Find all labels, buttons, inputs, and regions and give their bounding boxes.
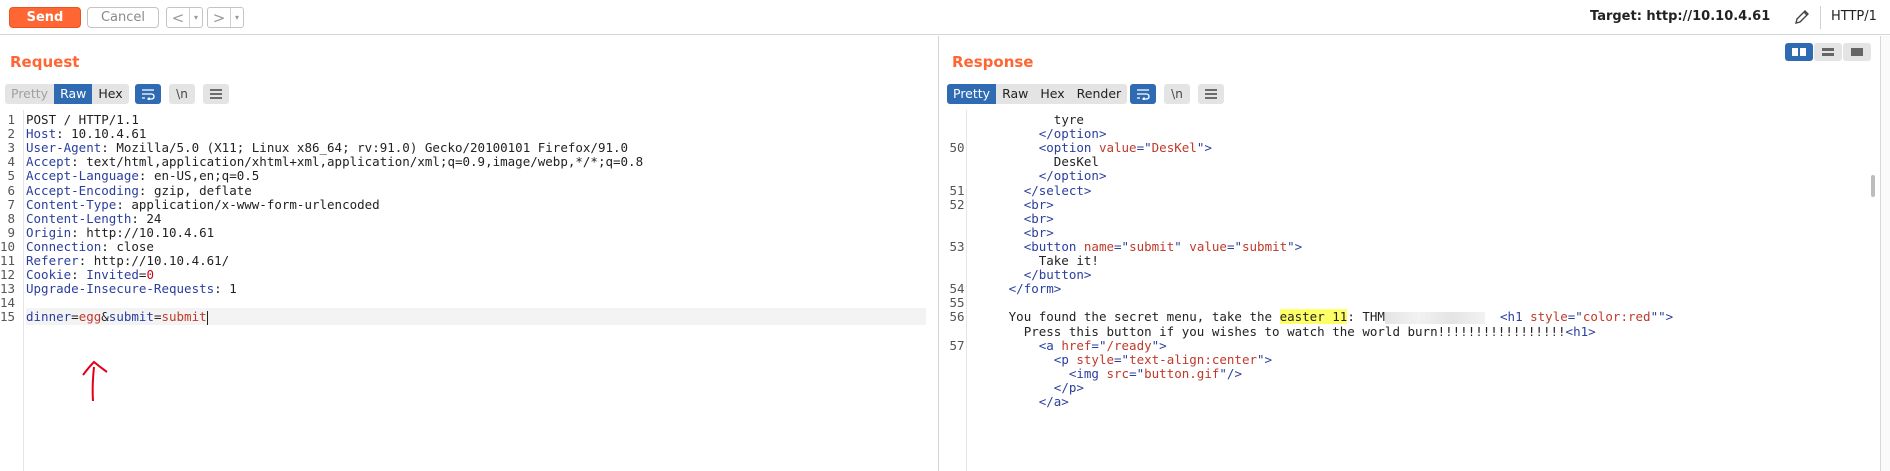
chevron-down-icon[interactable]: ▾ — [189, 8, 202, 27]
code-token: </a> — [1038, 394, 1069, 409]
response-view-tabs: Pretty Raw Hex Render — [947, 84, 1128, 104]
wrap-lines-icon[interactable] — [1130, 84, 1156, 104]
right-edge-panel — [1880, 36, 1890, 471]
code-token: submit — [108, 309, 154, 325]
response-editor[interactable]: tyre </option> 50 <option value="DesKel">… — [939, 110, 1869, 471]
tab-render[interactable]: Render — [1070, 84, 1128, 104]
tab-hex[interactable]: Hex — [92, 84, 129, 104]
code-token: egg — [78, 309, 102, 325]
request-editor[interactable]: 1 POST / HTTP/1.1 2 Host: 10.10.4.61 3 User-A… — [0, 110, 938, 471]
top-toolbar: Send Cancel < ▾ > ▾ Target: http://10.10… — [0, 0, 1890, 35]
code-line[interactable]: </a> — [971, 393, 1861, 410]
response-title: Response — [952, 53, 1034, 71]
code-token: submit — [161, 309, 207, 325]
toolbar-divider — [1820, 6, 1821, 29]
history-forward-button[interactable]: > ▾ — [207, 7, 244, 28]
chevron-left-icon: < — [171, 8, 185, 27]
layout-side-by-side-icon[interactable] — [1785, 43, 1813, 61]
code-token: & — [101, 309, 109, 325]
hamburger-menu-icon[interactable] — [203, 84, 229, 104]
tab-pretty[interactable]: Pretty — [5, 84, 55, 104]
code-line[interactable]: dinner=egg&submit=submit — [26, 308, 926, 326]
request-title: Request — [10, 53, 80, 71]
newline-toggle-button[interactable]: \n — [1164, 84, 1190, 104]
target-label: Target: http://10.10.4.61 — [1590, 9, 1771, 24]
chevron-down-icon[interactable]: ▾ — [230, 8, 243, 27]
tab-pretty[interactable]: Pretty — [947, 84, 997, 104]
annotation-arrow-icon — [82, 360, 108, 402]
hamburger-menu-icon[interactable] — [1198, 84, 1224, 104]
tab-hex[interactable]: Hex — [1034, 84, 1071, 104]
layout-stacked-icon[interactable] — [1814, 43, 1842, 61]
line-number: 15 — [0, 309, 16, 325]
send-button[interactable]: Send — [9, 7, 81, 28]
http-version-label[interactable]: HTTP/1 — [1831, 9, 1877, 24]
newline-toggle-button[interactable]: \n — [169, 84, 195, 104]
history-back-button[interactable]: < ▾ — [166, 7, 203, 28]
code-token: = — [71, 309, 79, 325]
code-token: dinner — [26, 309, 72, 325]
line-number — [947, 393, 967, 410]
text-caret — [206, 310, 208, 325]
request-view-tabs: Pretty Raw Hex — [5, 84, 129, 104]
layout-tabs-icon[interactable] — [1843, 43, 1871, 61]
cancel-button[interactable]: Cancel — [87, 7, 159, 28]
response-scrollbar[interactable] — [1870, 110, 1876, 471]
response-scroll-thumb[interactable] — [1871, 175, 1875, 197]
edit-pencil-icon[interactable] — [1793, 8, 1811, 26]
chevron-right-icon: > — [212, 8, 226, 27]
wrap-lines-icon[interactable] — [135, 84, 161, 104]
tab-raw[interactable]: Raw — [996, 84, 1035, 104]
tab-raw[interactable]: Raw — [54, 84, 93, 104]
